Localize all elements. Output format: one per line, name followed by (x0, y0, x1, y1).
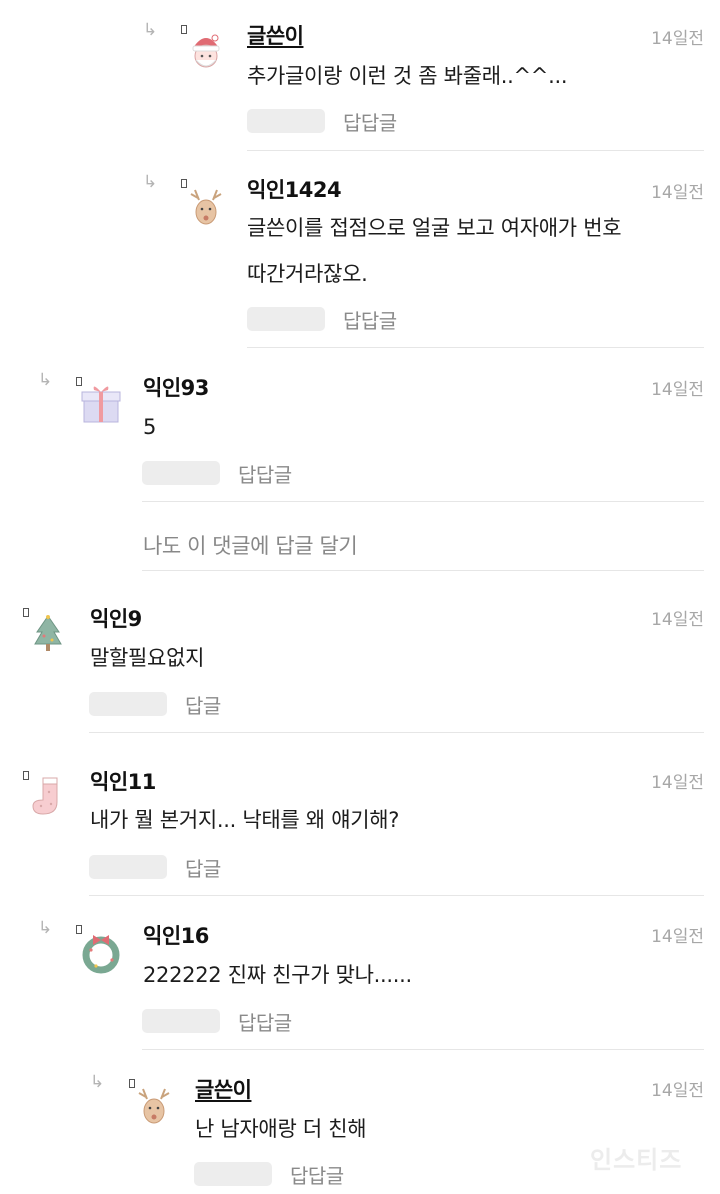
comment-author[interactable]: 글쓴이 (247, 20, 304, 50)
comment-time: 14일전 (651, 380, 704, 400)
comment-text: 난 남자애랑 더 친해 (195, 1117, 367, 1141)
divider (142, 570, 704, 571)
like-pill[interactable] (142, 461, 220, 485)
divider (89, 732, 704, 733)
reply-arrow-icon: ↳ (143, 172, 158, 192)
reindeer-avatar-icon (190, 189, 222, 225)
comment-text: 추가글이랑 이런 것 좀 봐줄래..^^... (247, 64, 568, 88)
reply-arrow-icon: ↳ (38, 370, 53, 390)
reply-button[interactable]: 답답글 (238, 1007, 292, 1036)
reply-arrow-icon: ↳ (143, 20, 158, 40)
divider (142, 1049, 704, 1050)
comment-author[interactable]: 익인11 (90, 766, 156, 796)
comment-text-line1: 글쓴이를 접점으로 얼굴 보고 여자애가 번호 (247, 216, 622, 240)
comment-author[interactable]: 익인16 (143, 920, 209, 950)
reindeer-avatar-icon (138, 1088, 170, 1124)
comment-time: 14일전 (651, 610, 704, 630)
reply-button[interactable]: 답답글 (343, 107, 397, 136)
like-pill[interactable] (247, 307, 325, 331)
gift-avatar-icon (81, 386, 121, 423)
write-reply-link[interactable]: 나도 이 댓글에 답글 달기 (143, 530, 358, 560)
reply-arrow-icon: ↳ (38, 918, 53, 938)
comment-time: 14일전 (651, 29, 704, 49)
comment-author[interactable]: 글쓴이 (195, 1074, 252, 1104)
divider (142, 501, 704, 502)
comment-author[interactable]: 익인93 (143, 372, 209, 402)
reply-button[interactable]: 답답글 (238, 459, 292, 488)
wreath-avatar-icon (82, 935, 120, 974)
comment-text: 222222 진짜 친구가 맞나...... (143, 963, 412, 987)
tree-avatar-icon (34, 615, 62, 651)
like-pill[interactable] (89, 855, 167, 879)
reply-button[interactable]: 답답글 (343, 305, 397, 334)
divider (247, 347, 704, 348)
comment-author[interactable]: 익인1424 (247, 174, 342, 204)
comment-text: 5 (143, 415, 157, 439)
reply-button[interactable]: 답답글 (290, 1160, 344, 1189)
reply-arrow-icon: ↳ (90, 1072, 105, 1092)
like-pill[interactable] (247, 109, 325, 133)
comment-author[interactable]: 익인9 (90, 603, 142, 633)
comment-time: 14일전 (651, 773, 704, 793)
comment-text: 내가 뭘 본거지... 낙태를 왜 얘기해? (90, 808, 400, 832)
comment-text-line2: 따간거라잖오. (247, 262, 368, 286)
divider (89, 895, 704, 896)
reply-button[interactable]: 답글 (185, 690, 221, 719)
like-pill[interactable] (89, 692, 167, 716)
comment-time: 14일전 (651, 183, 704, 203)
comment-text: 말할필요없지 (90, 646, 205, 670)
reply-button[interactable]: 답글 (185, 853, 221, 882)
like-pill[interactable] (194, 1162, 272, 1186)
santa-avatar-icon (192, 34, 220, 68)
watermark: 인스티즈 (590, 1146, 683, 1174)
divider (247, 150, 704, 151)
stocking-avatar-icon (32, 777, 58, 815)
comment-time: 14일전 (651, 1081, 704, 1101)
like-pill[interactable] (142, 1009, 220, 1033)
comment-time: 14일전 (651, 927, 704, 947)
